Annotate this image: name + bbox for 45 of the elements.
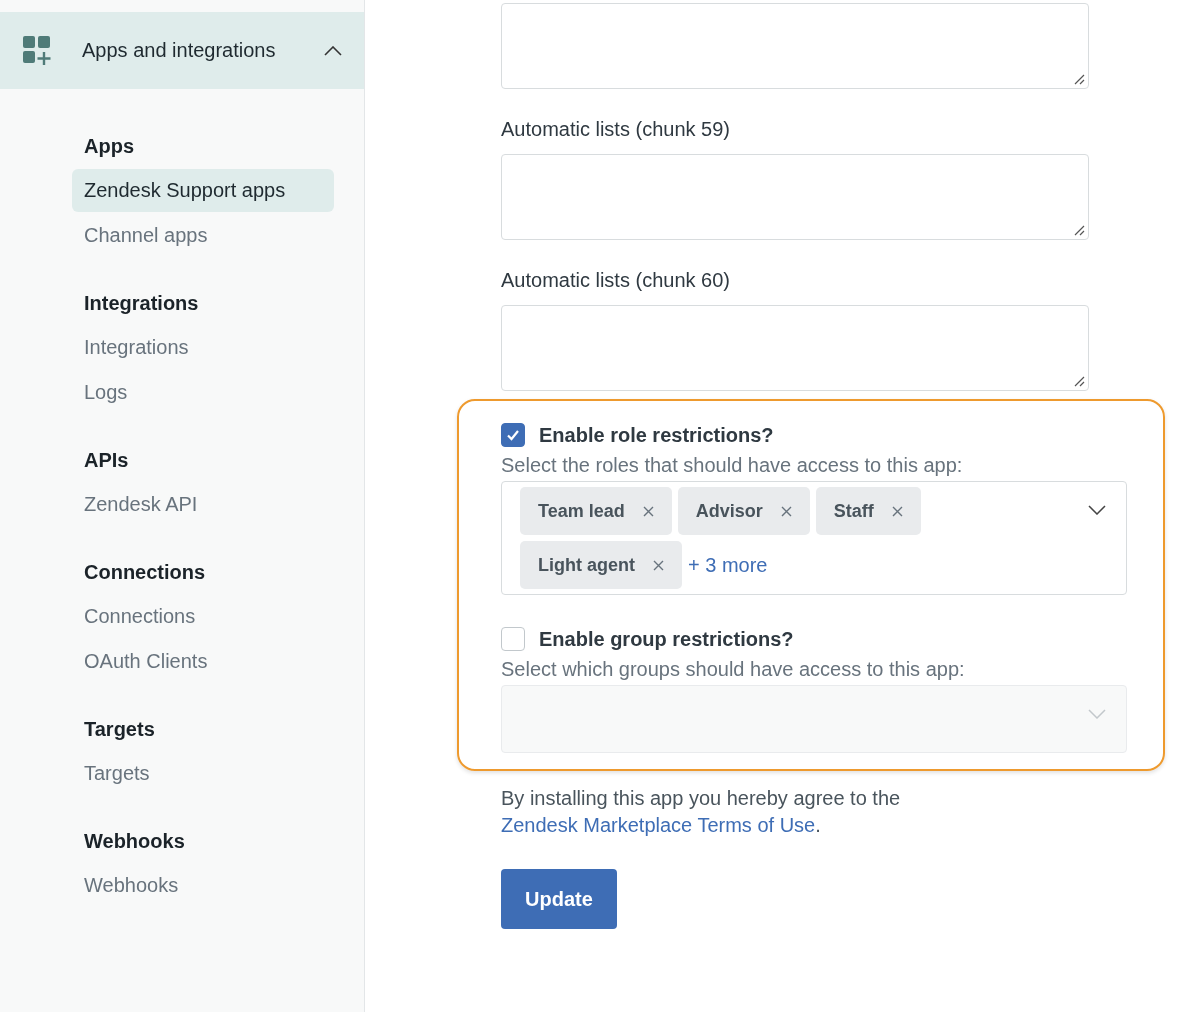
tag-label: Advisor: [695, 500, 763, 522]
nav-item[interactable]: Zendesk API: [72, 483, 334, 526]
nav-item[interactable]: Zendesk Support apps: [72, 169, 334, 212]
checkbox-label: Enable group restrictions?: [539, 627, 794, 651]
nav-group-heading: Integrations: [83, 291, 200, 315]
nav-item[interactable]: Logs: [72, 371, 334, 414]
chevron-down-icon: [1088, 709, 1106, 719]
hint-text: Select which groups should have access to this app:: [501, 658, 966, 681]
field-label: Automatic lists (chunk 59): [501, 118, 731, 141]
chevron-down-icon: [1088, 505, 1106, 515]
consent-text: By installing this app you hereby agree to the Zendesk Marketplace Terms of Use.: [501, 786, 902, 838]
checkmark-icon: [506, 429, 520, 441]
tag-label: Light agent: [538, 554, 635, 576]
nav-group-heading: Apps: [83, 134, 135, 158]
nav-group-heading: Webhooks: [83, 829, 186, 853]
nav-item[interactable]: Connections: [72, 595, 334, 638]
hint-text: Select the roles that should have access to this app:: [501, 454, 964, 477]
section-title: Apps and integrations: [82, 39, 277, 62]
more-link[interactable]: + 3 more: [688, 553, 768, 577]
nav-item[interactable]: Integrations: [72, 326, 334, 369]
nav-group-heading: Connections: [83, 560, 207, 584]
nav-item[interactable]: OAuth Clients: [72, 640, 334, 683]
resize-grip-icon[interactable]: [1073, 224, 1085, 236]
update-button[interactable]: Update: [501, 869, 617, 929]
close-icon[interactable]: [780, 505, 792, 517]
tag-label: Staff: [833, 500, 874, 522]
resize-grip-icon[interactable]: [1073, 73, 1085, 85]
nav-item[interactable]: Webhooks: [72, 864, 334, 907]
apps-grid-icon: [23, 35, 53, 66]
nav-group-heading: Targets: [83, 717, 156, 741]
chevron-icon: [324, 45, 342, 56]
close-icon[interactable]: [642, 505, 654, 517]
checkbox[interactable]: [501, 423, 525, 447]
section-header[interactable]: Apps and integrations: [0, 12, 364, 89]
close-icon[interactable]: [891, 505, 903, 517]
nav-item[interactable]: Channel apps: [72, 214, 334, 257]
field-label: Automatic lists (chunk 60): [501, 269, 731, 292]
tag-label: Team lead: [538, 500, 625, 522]
resize-grip-icon[interactable]: [1073, 375, 1085, 387]
close-icon[interactable]: [653, 559, 664, 571]
nav-group-heading: APIs: [83, 448, 130, 472]
nav-item[interactable]: Targets: [72, 752, 334, 795]
multiselect-field[interactable]: Team lead Advisor Staff Light agent + 3 more: [501, 481, 1127, 595]
checkbox-label: Enable role restrictions?: [539, 423, 774, 447]
terms-link[interactable]: Zendesk Marketplace Terms of Use: [501, 814, 816, 836]
